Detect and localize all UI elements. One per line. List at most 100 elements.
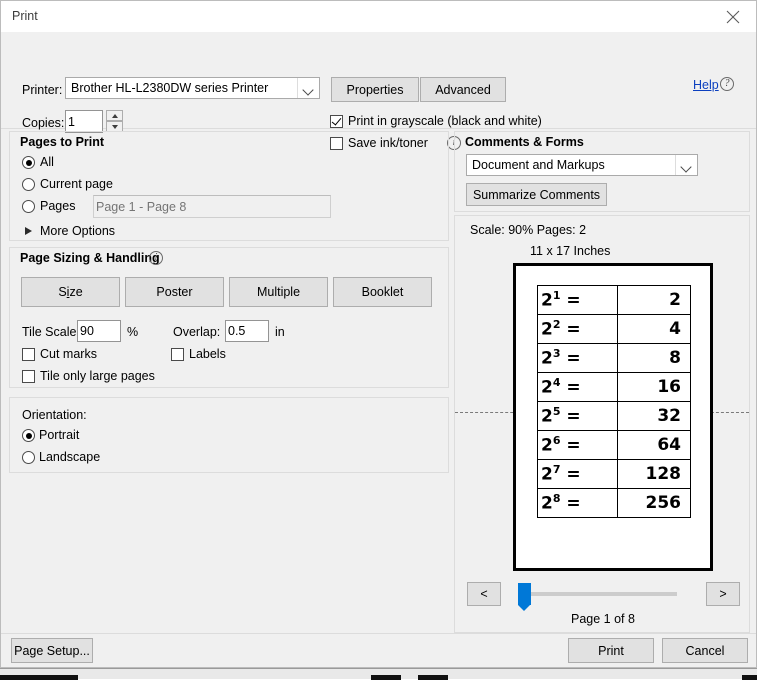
radio-portrait[interactable] [22,429,35,442]
radio-all-label: All [40,155,54,169]
cut-marks-checkbox[interactable] [22,348,35,361]
comments-forms-select[interactable]: Document and Markups [466,154,698,176]
preview-page: 21 = 2 22 = 4 23 = 8 24 = 16 25 = 32 26 … [513,263,713,571]
table-row: 26 = 64 [537,430,692,460]
page-slider-thumb[interactable] [518,583,531,611]
copies-label: Copies: [22,116,65,130]
base: 2 [541,348,553,369]
radio-current-page-label: Current page [40,177,113,191]
print-preview-panel: Scale: 90% Pages: 2 11 x 17 Inches 21 = … [454,215,750,633]
properties-button[interactable]: Properties [331,77,419,102]
equals-sign: = [566,464,581,485]
background-taskbar [0,668,757,680]
page-setup-button[interactable]: Page Setup... [11,638,93,663]
exponent: 4 [552,376,561,390]
labels-checkbox[interactable] [171,348,184,361]
row-result: 16 [616,372,692,402]
booklet-button[interactable]: Booklet [333,277,432,307]
size-button[interactable]: Size [21,277,120,307]
row-expression: 26 = [537,430,618,460]
radio-landscape-label: Landscape [39,450,101,464]
copies-stepper-up[interactable] [106,110,123,121]
overlap-label: Overlap: [173,325,221,339]
printer-label: Printer: [22,83,63,97]
base: 2 [541,435,553,456]
question-circle-icon[interactable]: ? [720,77,734,91]
radio-landscape[interactable] [22,451,35,464]
table-row: 28 = 256 [537,488,692,518]
chevron-down-icon [675,155,697,175]
row-result: 4 [616,314,692,344]
chevron-down-icon [297,78,319,98]
advanced-button[interactable]: Advanced [420,77,506,102]
more-options-label[interactable]: More Options [40,224,115,238]
tile-only-large-checkbox[interactable] [22,370,35,383]
percent-label: % [127,325,139,339]
row-result: 64 [616,430,692,460]
table-row: 22 = 4 [537,314,692,344]
copies-stepper[interactable] [106,110,123,132]
equals-sign: = [566,406,581,427]
row-result: 2 [616,285,692,315]
row-expression: 23 = [537,343,618,373]
equals-sign: = [566,377,581,398]
printer-select-value: Brother HL-L2380DW series Printer [71,81,269,95]
page-sizing-info-icon[interactable]: i [149,251,163,265]
cancel-button[interactable]: Cancel [662,638,748,663]
base: 2 [541,319,553,340]
chevron-right-icon[interactable] [25,227,32,235]
comments-forms-select-value: Document and Markups [472,158,605,172]
radio-current-page[interactable] [22,178,35,191]
orientation-title: Orientation: [22,408,87,422]
tile-scale-label: Tile Scale: [22,325,80,339]
table-row: 25 = 32 [537,401,692,431]
close-icon[interactable] [710,1,756,32]
tile-scale-input[interactable] [77,320,121,342]
poster-button[interactable]: Poster [125,277,224,307]
table-row: 23 = 8 [537,343,692,373]
equals-sign: = [566,348,581,369]
help-link[interactable]: Help [693,78,719,92]
row-result: 256 [616,488,692,518]
labels-label: Labels [189,347,226,361]
equals-sign: = [566,493,581,514]
preview-paper-size-line: 11 x 17 Inches [530,244,611,258]
row-result: 8 [616,343,692,373]
overlap-input[interactable] [225,320,269,342]
next-page-button[interactable]: > [706,582,740,606]
exponent: 8 [552,492,561,506]
row-expression: 24 = [537,372,618,402]
pages-range-input[interactable] [93,195,331,218]
summarize-comments-button[interactable]: Summarize Comments [466,183,607,206]
inch-label: in [275,325,285,339]
size-button-label: Size [58,285,83,299]
print-grayscale-checkbox[interactable] [330,115,343,128]
print-grayscale-label: Print in grayscale (black and white) [348,114,542,128]
size-accel: i [66,285,70,299]
radio-portrait-label: Portrait [39,428,80,442]
cut-marks-label: Cut marks [40,347,97,361]
equals-sign: = [566,435,581,456]
taskbar-segment [0,675,78,680]
copies-input[interactable] [65,110,103,133]
print-button[interactable]: Print [568,638,654,663]
preview-scale-line: Scale: 90% Pages: 2 [470,223,587,237]
page-slider-track[interactable] [521,592,677,596]
taskbar-segment [418,675,448,680]
base: 2 [541,290,553,311]
comments-forms-title: Comments & Forms [465,135,584,149]
row-result: 32 [616,401,692,431]
page-sizing-title: Page Sizing & Handling [20,251,160,265]
radio-all[interactable] [22,156,35,169]
multiple-button[interactable]: Multiple [229,277,328,307]
preview-powers-table: 21 = 2 22 = 4 23 = 8 24 = 16 25 = 32 26 … [537,285,692,518]
previous-page-button[interactable]: < [467,582,501,606]
exponent: 1 [552,289,561,303]
row-expression: 27 = [537,459,618,489]
equals-sign: = [566,290,581,311]
table-row: 27 = 128 [537,459,692,489]
radio-pages-label: Pages [40,199,76,213]
radio-pages[interactable] [22,200,35,213]
row-expression: 25 = [537,401,618,431]
printer-select[interactable]: Brother HL-L2380DW series Printer [65,77,320,99]
